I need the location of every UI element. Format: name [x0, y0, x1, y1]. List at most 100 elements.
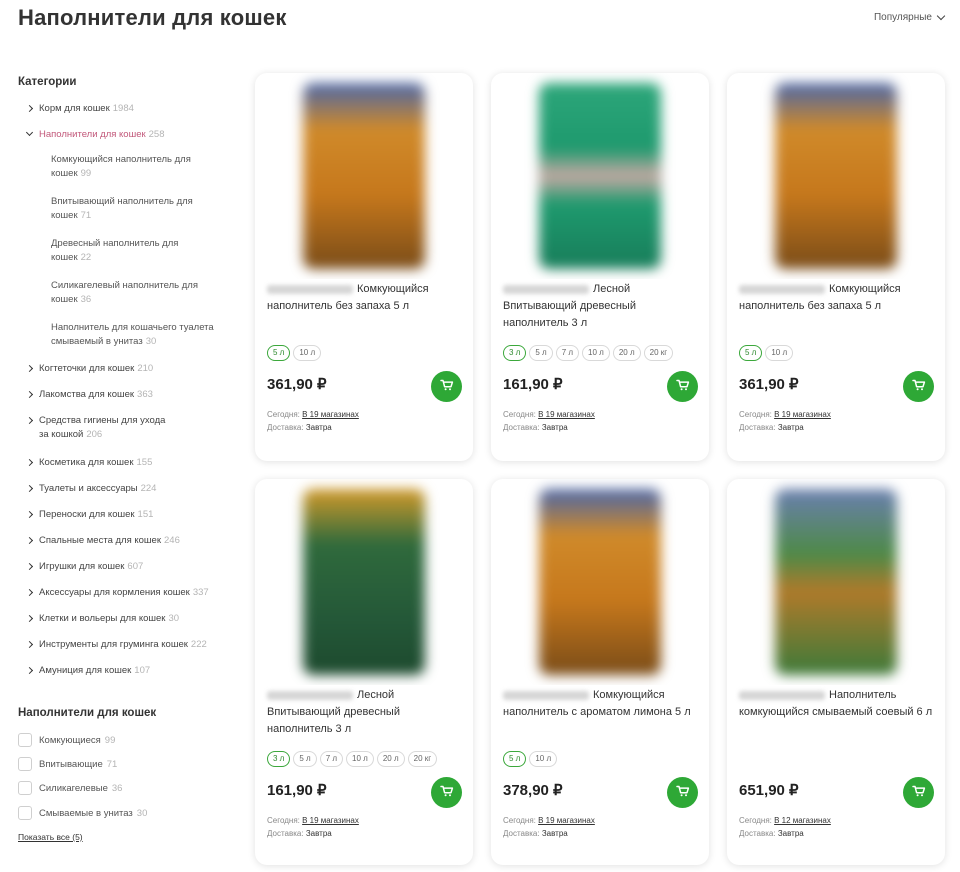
filter-label: Силикагелевые [39, 782, 108, 794]
subcategory-label: Комкующийся наполнитель для [51, 154, 191, 165]
subcategory-label: кошек [51, 168, 78, 179]
sidebar-category[interactable]: Аксессуары для кормления кошек 337 [18, 586, 209, 600]
category-label: Клетки и вольеры для кошек 30 [39, 612, 179, 626]
chevron-down-icon [22, 128, 36, 140]
filter-label: Комкующиеся [39, 734, 101, 746]
category-label: Туалеты и аксессуары 224 [39, 482, 156, 496]
size-chip[interactable]: 10 л [765, 345, 794, 361]
checkbox[interactable] [18, 806, 32, 820]
product-image[interactable] [255, 479, 473, 685]
sidebar-subcategory[interactable]: Силикагелевый наполнитель для кошек 36 [18, 279, 198, 307]
size-chip[interactable]: 5 л [503, 751, 527, 767]
add-to-cart-button[interactable] [903, 777, 934, 808]
size-chip[interactable]: 3 л [267, 751, 291, 767]
product-image[interactable] [255, 73, 473, 279]
stores-link[interactable]: В 19 магазинах [538, 410, 595, 419]
checkbox[interactable] [18, 781, 32, 795]
category-label-text: Амуниция для кошек [39, 665, 132, 676]
delivery-label: Доставка: [503, 423, 542, 432]
product-title[interactable]: Комкующийся наполнитель без запаха 5 л [739, 281, 935, 315]
sidebar-category[interactable]: Средства гигиены для ухода за кошкой 206 [18, 414, 165, 442]
product-card[interactable]: Комкующийся наполнитель с ароматом лимон… [491, 479, 709, 865]
size-chip[interactable]: 5 л [739, 345, 763, 361]
product-title[interactable]: Лесной Впитывающий древесный наполнитель… [267, 687, 463, 738]
size-chip[interactable]: 10 л [293, 345, 322, 361]
stores-link[interactable]: В 19 магазинах [302, 410, 359, 419]
sidebar-category[interactable]: Спальные места для кошек 246 [18, 534, 180, 548]
sidebar-category[interactable]: Когтеточки для кошек 210 [18, 362, 153, 376]
product-image[interactable] [491, 73, 709, 279]
product-title[interactable]: Наполнитель комкующийся смываемый соевый… [739, 687, 935, 721]
filter-checkbox-row[interactable]: Комкующиеся 99 [18, 733, 115, 747]
stores-link[interactable]: В 19 магазинах [538, 816, 595, 825]
size-chip[interactable]: 20 л [376, 751, 405, 767]
sidebar-category[interactable]: Туалеты и аксессуары 224 [18, 482, 156, 496]
size-chip[interactable]: 20 кг [407, 751, 438, 767]
filter-checkbox-row[interactable]: Смываемые в унитаз 30 [18, 806, 147, 820]
product-card[interactable]: Наполнитель комкующийся смываемый соевый… [727, 479, 945, 865]
size-options: 5 л 10 л [503, 751, 558, 767]
sidebar-category[interactable]: Переноски для кошек 151 [18, 508, 153, 522]
size-chip[interactable]: 20 кг [643, 345, 674, 361]
product-card[interactable]: Комкующийся наполнитель без запаха 5 л 5 … [727, 73, 945, 461]
size-chip[interactable]: 20 л [612, 345, 641, 361]
product-image[interactable] [491, 479, 709, 685]
delivery-label: Доставка: [267, 423, 306, 432]
size-chip[interactable]: 5 л [529, 345, 553, 361]
filter-count: 30 [136, 807, 148, 819]
size-chip[interactable]: 10 л [346, 751, 374, 767]
chevron-down-icon [936, 11, 946, 21]
size-chip[interactable]: 5 л [267, 345, 291, 361]
add-to-cart-button[interactable] [431, 777, 462, 808]
chevron-right-icon [22, 456, 36, 468]
sidebar-category[interactable]: Наполнители для кошек 258 [18, 128, 165, 142]
cart-icon [439, 378, 454, 396]
sidebar-category[interactable]: Лакомства для кошек 363 [18, 388, 153, 402]
sidebar-category[interactable]: Косметика для кошек 155 [18, 456, 152, 470]
sidebar-category[interactable]: Игрушки для кошек 607 [18, 560, 143, 574]
size-chip[interactable]: 10 л [582, 345, 610, 361]
sidebar-subcategory[interactable]: Наполнитель для кошачьего туалета смываем… [18, 321, 214, 349]
availability-today: Сегодня: В 12 магазинах [739, 816, 831, 825]
size-chip[interactable]: 5 л [293, 751, 317, 767]
product-title[interactable]: Комкующийся наполнитель с ароматом лимон… [503, 687, 699, 721]
checkbox[interactable] [18, 733, 32, 747]
filter-checkbox-row[interactable]: Впитывающие 71 [18, 757, 117, 771]
brand-name-blurred [267, 690, 353, 700]
chevron-right-icon [22, 560, 36, 572]
stores-link[interactable]: В 19 магазинах [302, 816, 359, 825]
subcategory-label: Древесный наполнитель для [51, 238, 179, 249]
checkbox[interactable] [18, 757, 32, 771]
sort-dropdown[interactable]: Популярные [874, 11, 946, 23]
size-chip[interactable]: 7 л [319, 751, 344, 767]
stores-link[interactable]: В 12 магазинах [774, 816, 831, 825]
product-card[interactable]: Комкующийся наполнитель без запаха 5 л 5 … [255, 73, 473, 461]
category-label: Наполнители для кошек 258 [39, 128, 165, 142]
filter-checkbox-row[interactable]: Силикагелевые 36 [18, 781, 122, 795]
add-to-cart-button[interactable] [667, 371, 698, 402]
sidebar-category[interactable]: Инструменты для груминга кошек 222 [18, 638, 207, 652]
show-all-link[interactable]: Показать все (5) [18, 832, 83, 842]
sidebar-subcategory[interactable]: Впитывающий наполнитель для кошек 71 [18, 195, 193, 223]
product-card[interactable]: Лесной Впитывающий древесный наполнитель… [491, 73, 709, 461]
sidebar-subcategory[interactable]: Древесный наполнитель для кошек 22 [18, 237, 178, 265]
product-card[interactable]: Лесной Впитывающий древесный наполнитель… [255, 479, 473, 865]
product-image[interactable] [727, 73, 945, 279]
product-image[interactable] [727, 479, 945, 685]
sidebar-category[interactable]: Клетки и вольеры для кошек 30 [18, 612, 179, 626]
stores-link[interactable]: В 19 магазинах [774, 410, 831, 419]
product-title[interactable]: Лесной Впитывающий древесный наполнитель… [503, 281, 699, 332]
sidebar-category[interactable]: Корм для кошек 1984 [18, 102, 134, 116]
sidebar-subcategory[interactable]: Комкующийся наполнитель для кошек 99 [18, 153, 191, 181]
product-title[interactable]: Комкующийся наполнитель без запаха 5 л [267, 281, 463, 315]
delivery-label: Доставка: [503, 829, 542, 838]
add-to-cart-button[interactable] [903, 371, 934, 402]
size-chip[interactable]: 7 л [555, 345, 580, 361]
size-chip[interactable]: 3 л [503, 345, 527, 361]
sidebar-category[interactable]: Амуниция для кошек 107 [18, 664, 150, 678]
add-to-cart-button[interactable] [667, 777, 698, 808]
add-to-cart-button[interactable] [431, 371, 462, 402]
category-label: Переноски для кошек 151 [39, 508, 153, 522]
size-chip[interactable]: 10 л [529, 751, 558, 767]
delivery-value: Завтра [305, 423, 332, 432]
